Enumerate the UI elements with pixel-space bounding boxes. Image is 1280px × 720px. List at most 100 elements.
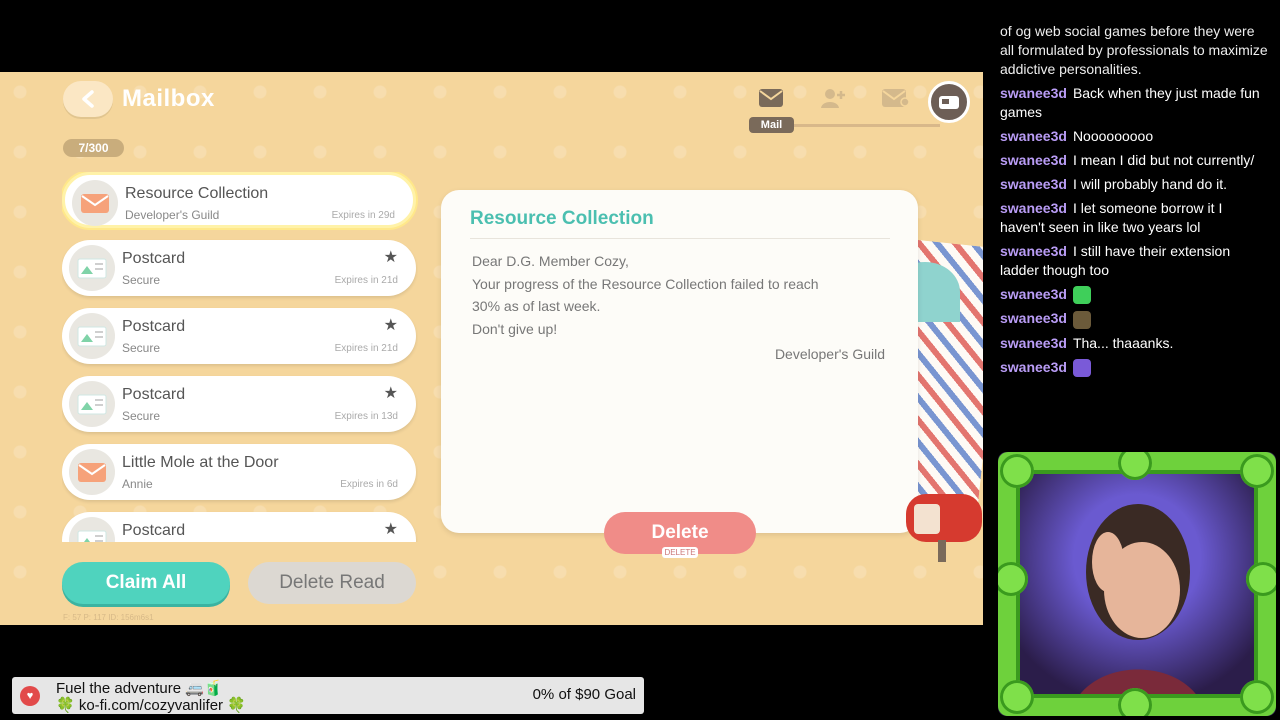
divider: [470, 238, 890, 239]
mail-item-title: Postcard: [122, 522, 186, 539]
chat-message-text: Nooooooooo: [1072, 128, 1154, 144]
tab-friend-mail[interactable]: [816, 84, 850, 112]
letter-signature: Developer's Guild: [774, 346, 885, 362]
delete-key-hint: DELETE: [662, 547, 698, 558]
chat-username: swanee3d: [1000, 243, 1067, 259]
donation-line-1: Fuel the adventure 🚐🧃: [56, 680, 223, 697]
star-icon[interactable]: ★: [384, 383, 398, 403]
back-button[interactable]: [63, 81, 113, 117]
letter-greeting: Dear D.G. Member Cozy,: [472, 253, 629, 269]
chat-messages: swanee3d Back when they just made fun gam…: [1000, 84, 1270, 377]
letter-title: Resource Collection: [470, 208, 654, 229]
chat-message: swanee3d I will probably hand do it.: [1000, 175, 1270, 194]
clover-frame: [998, 452, 1276, 716]
star-icon[interactable]: ★: [384, 315, 398, 335]
letter-body: Dear D.G. Member Cozy, Your progress of …: [472, 250, 882, 340]
page-title: Mailbox: [122, 85, 215, 112]
chat-message: swanee3d Back when they just made fun gam…: [1000, 84, 1270, 122]
chat-username: swanee3d: [1000, 152, 1067, 168]
clover-icon: [1000, 680, 1034, 714]
star-icon[interactable]: ★: [384, 519, 398, 539]
mail-item-title: Resource Collection: [125, 185, 269, 202]
clover-icon: [1000, 454, 1034, 488]
letter-line: Don't give up!: [472, 320, 558, 337]
chat-message: swanee3d Tha... thaaanks.: [1000, 334, 1270, 353]
chat-message: swanee3d Nooooooooo: [1000, 127, 1270, 146]
mail-item[interactable]: Postcard ★: [62, 512, 416, 542]
mail-item[interactable]: Postcard Secure Expires in 21d ★: [62, 240, 416, 296]
chat-username: swanee3d: [1000, 85, 1067, 101]
mail-item-sender: Secure: [122, 409, 161, 423]
postcard-icon: [69, 517, 115, 542]
mail-item-sender: Annie: [122, 477, 153, 491]
chat-username: swanee3d: [1000, 128, 1067, 144]
chat-username: swanee3d: [1000, 358, 1067, 375]
postcard-icon: [69, 245, 115, 291]
mailbox-menu-button[interactable]: [928, 81, 970, 123]
donation-line-2: 🍀 ko-fi.com/cozyvanlifer 🍀: [56, 697, 246, 714]
tab-sent-mail[interactable]: [878, 84, 912, 112]
clover-icon: [1118, 688, 1152, 716]
chat-message: swanee3d I still have their extension lad…: [1000, 242, 1270, 280]
chat-message: swanee3d: [1000, 285, 1270, 305]
donation-goal: 0% of $90 Goal: [532, 686, 636, 703]
mail-item-title: Postcard: [122, 250, 186, 267]
chat-message-text: Tha... thaaanks.: [1072, 334, 1174, 351]
mail-item-sender: Secure: [122, 341, 161, 355]
mail-item-title: Postcard: [122, 318, 186, 335]
kofi-heart-icon: ♥: [20, 686, 40, 706]
mail-item[interactable]: Postcard Secure Expires in 13d ★: [62, 376, 416, 432]
chat-message: swanee3d: [1000, 358, 1270, 377]
postcard-icon: [69, 313, 115, 359]
tab-mail[interactable]: [754, 84, 788, 112]
screen: Mailbox 7/300 Mail Resource Collection De…: [0, 0, 1280, 720]
mail-item[interactable]: Little Mole at the Door Annie Expires in 6…: [62, 444, 416, 500]
donation-bar: ♥ Fuel the adventure 🚐🧃 🍀 ko-fi.com/cozy…: [12, 677, 644, 714]
chat-message-text: I mean I did but not currently/: [1072, 152, 1255, 168]
chat-username: swanee3d: [1000, 334, 1067, 351]
mail-item-expiry: Expires in 21d: [334, 275, 398, 286]
chat-username: swanee3d: [1000, 286, 1067, 302]
mail-list[interactable]: Resource Collection Developer's Guild Expi…: [62, 172, 418, 542]
back-arrow-icon: [82, 90, 94, 108]
emote-icon: [1072, 310, 1091, 329]
clover-icon: [1240, 680, 1274, 714]
mailbox-icon: [939, 96, 959, 109]
letter-line: 30% as of last week.: [472, 298, 601, 314]
chat-username: swanee3d: [1000, 176, 1067, 192]
mail-item-expiry: Expires in 29d: [331, 210, 395, 221]
mail-item-expiry: Expires in 6d: [340, 479, 398, 490]
mail-item-sender: Secure: [122, 273, 161, 287]
claim-all-button[interactable]: Claim All: [62, 562, 230, 604]
chat-username: swanee3d: [1000, 310, 1067, 327]
game-window: Mailbox 7/300 Mail Resource Collection De…: [0, 72, 983, 625]
envelope-icon: [759, 89, 783, 107]
mail-item-sender: Developer's Guild: [125, 208, 220, 222]
emote-icon: [1072, 286, 1091, 305]
clover-icon: [1240, 454, 1274, 488]
mail-item-expiry: Expires in 13d: [334, 411, 398, 422]
mail-item[interactable]: Postcard Secure Expires in 21d ★: [62, 308, 416, 364]
mail-counter: 7/300: [63, 139, 124, 157]
webcam-overlay: [998, 452, 1276, 716]
mail-item[interactable]: Resource Collection Developer's Guild Expi…: [62, 172, 416, 228]
mail-item-title: Postcard: [122, 386, 186, 403]
chat-username: swanee3d: [1000, 200, 1067, 216]
red-mailbox-icon: [906, 494, 982, 562]
letter-line: Your progress of the Resource Collection…: [472, 275, 819, 292]
star-icon[interactable]: ★: [384, 247, 398, 267]
envelope-star-icon: [882, 89, 909, 107]
letter-icon: [72, 180, 118, 226]
clover-icon: [1246, 562, 1276, 596]
letter-panel: Resource Collection Dear D.G. Member Coz…: [441, 190, 918, 533]
chat-message: swanee3d I let someone borrow it I haven'…: [1000, 199, 1270, 237]
delete-read-button[interactable]: Delete Read: [248, 562, 416, 604]
chat-message-text: of og web social games before they were …: [1000, 23, 1268, 77]
letter-icon: [69, 449, 115, 495]
add-friend-icon: [821, 89, 845, 108]
mail-item-title: Little Mole at the Door: [122, 454, 279, 471]
postcard-icon: [69, 381, 115, 427]
debug-info: F: 57 P: 117 ID: 156m6s1: [63, 613, 154, 622]
tab-underline: [790, 124, 940, 127]
chat-message: swanee3d I mean I did but not currently/: [1000, 151, 1270, 170]
